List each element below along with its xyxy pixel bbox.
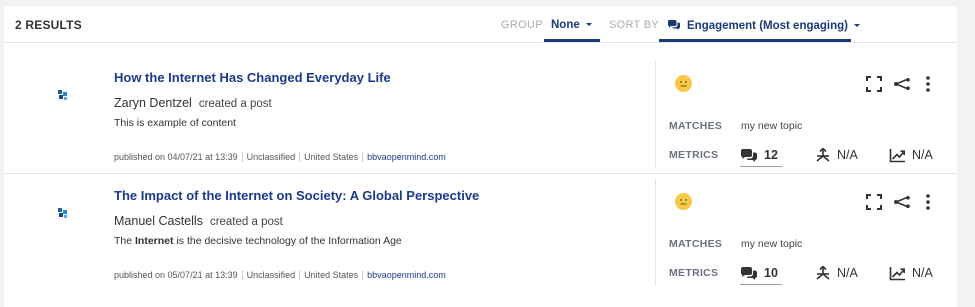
list-item: How the Internet Has Changed Everyday Li… [4,56,957,174]
matches-label: MATCHES [669,238,723,250]
post-content: This is example of content [114,117,236,129]
results-toolbar: 2 RESULTS GROUP None SORT BY Engagement … [4,6,957,43]
group-dropdown[interactable]: None [544,15,600,42]
results-panel: 2 RESULTS GROUP None SORT BY Engagement … [4,6,957,307]
classification: Unclassified [241,152,300,162]
more-options-icon[interactable] [925,193,931,211]
post-action: created a post [198,98,272,110]
results-count: 2 RESULTS [15,18,82,32]
reach-icon [816,266,830,280]
reach-icon [816,148,830,162]
sort-value: Engagement (Most engaging) [687,20,848,32]
chevron-down-icon [585,23,592,27]
divider [655,61,656,168]
site-favicon-icon [58,208,67,218]
published-date: published on 05/07/21 at 13:39 [114,270,238,280]
comments-metric[interactable]: 12 [740,144,782,167]
matched-topic[interactable]: my new topic [741,238,802,250]
metrics-label: METRICS [669,267,719,279]
comments-count: 10 [764,266,778,280]
post-title[interactable]: How the Internet Has Changed Everyday Li… [114,70,391,85]
matches-label: MATCHES [669,120,723,132]
share-icon[interactable] [893,196,911,208]
country: United States [299,270,362,280]
chevron-down-icon [854,24,860,28]
trend-metric: N/A [889,262,933,284]
trend-chart-icon [889,148,905,162]
post-title[interactable]: The Impact of the Internet on Society: A… [114,188,479,203]
author-name[interactable]: Zaryn Dentzel [114,96,192,110]
reach-value: N/A [837,266,858,280]
sort-label: SORT BY [609,19,659,31]
sort-dropdown[interactable]: Engagement (Most engaging) [659,15,860,42]
comments-count: 12 [764,148,778,162]
expand-icon[interactable] [866,194,882,210]
neutral-sentiment-icon [675,75,692,92]
country: United States [299,152,362,162]
divider [655,179,656,286]
site-favicon-icon [58,90,67,100]
group-value: None [551,19,580,31]
group-label: GROUP [501,19,543,31]
neutral-sentiment-icon [675,193,692,210]
classification: Unclassified [241,270,300,280]
matched-topic[interactable]: my new topic [741,120,802,132]
reach-metric: N/A [815,262,858,284]
post-content: The Internet is the decisive technology … [114,235,402,247]
post-author-line: Manuel Castells created a post [114,214,283,228]
author-name[interactable]: Manuel Castells [114,214,203,228]
reach-metric: N/A [815,144,858,166]
trend-value: N/A [912,266,933,280]
post-meta: published on 05/07/21 at 13:39 Unclassif… [114,270,450,280]
share-icon[interactable] [893,78,911,90]
trend-chart-icon [889,266,905,280]
metrics-label: METRICS [669,149,719,161]
trend-value: N/A [912,148,933,162]
published-date: published on 04/07/21 at 13:39 [114,152,238,162]
comments-icon [741,266,757,280]
post-meta: published on 04/07/21 at 13:39 Unclassif… [114,152,450,162]
expand-icon[interactable] [866,76,882,92]
more-options-icon[interactable] [925,75,931,93]
comments-metric[interactable]: 10 [740,262,782,285]
comments-icon [741,148,757,162]
post-author-line: Zaryn Dentzel created a post [114,96,272,110]
post-action: created a post [209,216,283,228]
list-item: The Impact of the Internet on Society: A… [4,174,957,291]
source-domain[interactable]: bbvaopenmind.com [362,270,450,280]
source-domain[interactable]: bbvaopenmind.com [362,152,450,162]
comments-icon [668,20,680,30]
reach-value: N/A [837,148,858,162]
trend-metric: N/A [889,144,933,166]
